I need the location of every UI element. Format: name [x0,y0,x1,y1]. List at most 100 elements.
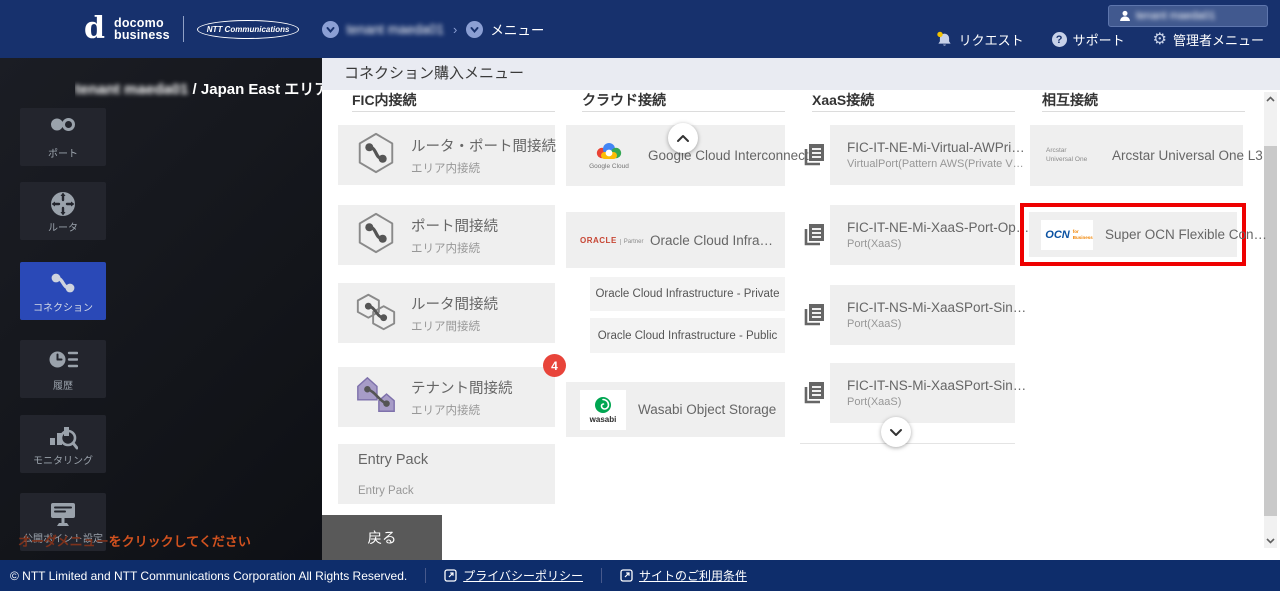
notification-badge: 4 [543,354,566,377]
breadcrumb-separator: › [453,22,457,37]
public-point-icon [20,501,106,528]
scroll-down-button[interactable] [881,417,911,447]
stacked-docs-icon [800,378,828,411]
column-header-cloud: クラウド接続 [582,90,785,112]
column-header-inter: 相互接続 [1042,90,1245,112]
chevron-up-icon [676,134,690,143]
bell-icon [936,31,953,48]
breadcrumb-tenant[interactable]: tenant maeda01 [346,22,444,37]
column-header-xaas: XaaS接続 [812,90,1015,112]
footer: © NTT Limited and NTT Communications Cor… [0,560,1280,591]
external-link-icon [444,569,457,582]
card-text: ルータ・ポート間接続 エリア内接続 [411,135,556,176]
double-hexagon-icon [354,288,398,339]
request-nav-item[interactable]: リクエスト [936,30,1024,49]
question-icon: ? [1052,32,1067,47]
sidebar-item-public-point[interactable]: 公開ポイント設定 [20,493,106,551]
scrollbar-up-arrow[interactable] [1264,92,1277,106]
scrollbar-thumb[interactable] [1264,146,1277,516]
sidebar-item-connection[interactable]: コネクション [20,262,106,320]
breadcrumb-menu[interactable]: メニュー [490,19,544,39]
chevron-down-icon[interactable] [466,21,483,38]
card-entry-pack[interactable]: Entry Pack Entry Pack [338,444,555,504]
card-text: ポート間接続 エリア内接続 [411,215,498,256]
connection-purchase-panel: コネクション購入メニュー FIC内接続 クラウド接続 XaaS接続 相互接続 ル… [322,58,1280,560]
tenant-houses-icon [354,374,398,421]
router-icon [20,190,106,218]
monitoring-icon [20,423,106,451]
terms-link[interactable]: サイトのご利用条件 [620,567,747,584]
hexagon-link-icon [354,130,398,181]
xaas-row: FIC-IT-NS-Mi-XaaSPort-Sin… Port(XaaS) [800,285,1015,346]
user-account-badge[interactable]: tenant maeda01 [1108,5,1268,27]
brand-row: d docomo business NTT Communications ten… [84,0,544,58]
card-tenant-connection[interactable]: テナント間接続 エリア内接続 [338,367,555,427]
card-oracle-cloud[interactable]: ORACLE Partner Oracle Cloud Infra… [566,212,785,268]
card-super-ocn-flexible[interactable]: OCN for Business Super OCN Flexible Con… [1029,212,1237,257]
header-nav: リクエスト ? サポート ⚙ 管理者メニュー [936,30,1264,49]
xaas-row: FIC-IT-NE-Mi-XaaS-Port-Op… Port(XaaS) [800,205,1015,266]
area-name: / Japan East エリアヒ [188,81,322,98]
panel-scrollbar[interactable] [1264,92,1277,548]
xaas-row: FIC-IT-NE-Mi-Virtual-AWPri… VirtualPort(… [800,125,1015,186]
card-port-connection[interactable]: ポート間接続 エリア内接続 [338,205,555,265]
xaas-row: FIC-IT-NS-Mi-XaaSPort-Sin… Port(XaaS) [800,363,1015,424]
panel-content: FIC内接続 クラウド接続 XaaS接続 相互接続 ルータ・ポート間接続 エリア… [322,90,1280,560]
gear-icon: ⚙ [1153,32,1167,48]
column-header-fic: FIC内接続 [352,90,555,112]
brand-divider [183,16,184,42]
user-badge-label: tenant maeda01 [1136,10,1216,22]
sidebar-item-monitoring[interactable]: モニタリング [20,415,106,473]
footer-divider [425,568,426,583]
copyright-text: © NTT Limited and NTT Communications Cor… [10,569,407,583]
sidebar: tenant maeda01 / Japan East エリアヒ ポート ルータ… [0,58,322,560]
ports-icon [20,116,106,133]
card-xaas-2[interactable]: FIC-IT-NS-Mi-XaaSPort-Sin… Port(XaaS) [830,285,1015,345]
card-router-port-connection[interactable]: ルータ・ポート間接続 エリア内接続 [338,125,555,185]
card-xaas-3[interactable]: FIC-IT-NS-Mi-XaaSPort-Sin… Port(XaaS) [830,363,1015,423]
sidebar-item-history[interactable]: 履歴 [20,340,106,398]
scrollbar-down-arrow[interactable] [1264,534,1277,548]
google-cloud-logo: Google Cloud [580,141,638,170]
tenant-name: tenant maeda01 [75,81,188,98]
footer-divider [601,568,602,583]
highlight-red-frame: OCN for Business Super OCN Flexible Con… [1020,203,1246,266]
chevron-down-icon[interactable] [322,21,339,38]
arcstar-logo: Arcstar Universal One [1046,147,1098,163]
sidebar-item-port[interactable]: ポート [20,108,106,166]
subcard-oracle-public[interactable]: Oracle Cloud Infrastructure - Public [590,318,785,353]
card-xaas-0[interactable]: FIC-IT-NE-Mi-Virtual-AWPri… VirtualPort(… [830,125,1015,185]
support-nav-item[interactable]: ? サポート [1052,30,1125,49]
card-wasabi-object-storage[interactable]: wasabi Wasabi Object Storage [566,382,785,437]
external-link-icon [620,569,633,582]
card-arcstar-universal-one[interactable]: Arcstar Universal One Arcstar Universal … [1030,125,1243,186]
docomo-business-wordmark: docomo business [114,17,170,41]
docomo-logo-icon: d [84,16,105,42]
ocn-logo: OCN for Business [1041,220,1093,250]
admin-menu-nav-item[interactable]: ⚙ 管理者メニュー [1153,30,1264,49]
connection-icon [20,270,106,296]
sidebar-item-router[interactable]: ルータ [20,182,106,240]
stacked-docs-icon [800,300,828,333]
hint-visible-part: をクリックしてください [109,534,251,549]
wasabi-logo: wasabi [580,390,626,430]
subcard-oracle-private[interactable]: Oracle Cloud Infrastructure - Private [590,277,785,311]
stacked-docs-icon [800,140,828,173]
column-separator-line [800,443,1015,444]
chevron-down-icon [889,428,903,437]
tenant-area-title: tenant maeda01 / Japan East エリアヒ [75,78,322,99]
top-header: d docomo business NTT Communications ten… [0,0,1280,58]
card-text: ルータ間接続 エリア間接続 [411,293,498,334]
card-router-connection[interactable]: ルータ間接続 エリア間接続 [338,283,555,343]
panel-title: コネクション購入メニュー [322,58,1280,90]
card-text: テナント間接続 エリア内接続 [411,377,513,418]
hexagon-link-icon [354,210,398,261]
oracle-partner-logo: ORACLE Partner [580,236,642,245]
person-icon [1119,10,1131,22]
scroll-up-button[interactable] [668,123,698,153]
stacked-docs-icon [800,220,828,253]
back-button[interactable]: 戻る [322,515,442,560]
privacy-policy-link[interactable]: プライバシーポリシー [444,567,583,584]
card-xaas-1[interactable]: FIC-IT-NE-Mi-XaaS-Port-Op… Port(XaaS) [830,205,1015,265]
ntt-communications-logo: NTT Communications [197,20,300,39]
